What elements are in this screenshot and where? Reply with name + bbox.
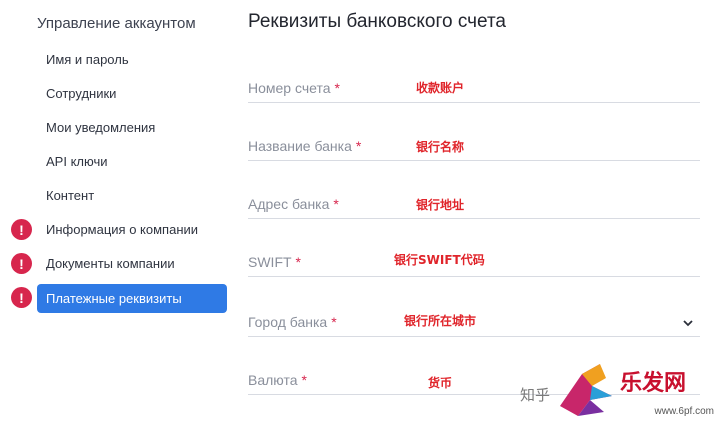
alert-icon: ! bbox=[11, 219, 32, 240]
field-label: Валюта * bbox=[248, 372, 307, 388]
svg-text:乐发网: 乐发网 bbox=[620, 370, 686, 396]
sidebar-item-label: Мои уведомления bbox=[46, 120, 156, 135]
alert-icon: ! bbox=[11, 287, 32, 308]
sidebar-item-label: Платежные реквизиты bbox=[46, 291, 182, 306]
watermark: 知乎 乐发网 www.6pf.com bbox=[520, 356, 720, 420]
sidebar-item-name-password[interactable]: Имя и пароль bbox=[37, 45, 227, 74]
svg-text:知乎: 知乎 bbox=[520, 386, 550, 404]
sidebar-item-label: Документы компании bbox=[46, 256, 175, 271]
account-sidebar: Управление аккаунтом Имя и пароль Сотруд… bbox=[0, 0, 240, 420]
account-number-field[interactable]: Номер счета * bbox=[248, 62, 700, 103]
sidebar-item-notifications[interactable]: Мои уведомления bbox=[37, 113, 227, 142]
field-label: Номер счета * bbox=[248, 80, 340, 96]
field-note: 银行名称 bbox=[416, 140, 465, 154]
sidebar-item-label: Информация о компании bbox=[46, 222, 199, 237]
sidebar-item-label: Контент bbox=[46, 188, 95, 203]
bank-name-field[interactable]: Название банка * bbox=[248, 120, 700, 161]
sidebar-item-company-info[interactable]: Информация о компании bbox=[37, 215, 227, 244]
sidebar-item-company-documents[interactable]: Документы компании bbox=[37, 249, 227, 278]
sidebar-item-label: Сотрудники bbox=[46, 86, 117, 101]
sidebar-item-content[interactable]: Контент bbox=[37, 181, 227, 210]
field-note: 银行所在城市 bbox=[404, 314, 477, 328]
sidebar-title: Управление аккаунтом bbox=[37, 15, 196, 32]
required-mark: * bbox=[333, 196, 339, 212]
alert-icon: ! bbox=[11, 253, 32, 274]
field-label: Город банка * bbox=[248, 314, 337, 330]
sidebar-item-label: API ключи bbox=[46, 154, 108, 169]
required-mark: * bbox=[301, 372, 307, 388]
page-title: Реквизиты банковского счета bbox=[248, 11, 506, 32]
required-mark: * bbox=[334, 80, 340, 96]
required-mark: * bbox=[355, 138, 362, 154]
field-label: SWIFT * bbox=[248, 254, 301, 270]
field-note: 银行SWIFT代码 bbox=[394, 253, 485, 267]
field-label: Адрес банка * bbox=[248, 196, 339, 212]
bank-address-field[interactable]: Адрес банка * bbox=[248, 178, 700, 219]
sidebar-item-employees[interactable]: Сотрудники bbox=[37, 79, 227, 108]
field-note: 收款账户 bbox=[416, 81, 465, 95]
field-note: 货币 bbox=[428, 376, 453, 390]
field-note: 银行地址 bbox=[416, 198, 465, 212]
field-label: Название банка * bbox=[248, 138, 362, 154]
required-mark: * bbox=[295, 254, 301, 270]
sidebar-item-api-keys[interactable]: API ключи bbox=[37, 147, 227, 176]
sidebar-item-payment-details[interactable]: Платежные реквизиты bbox=[37, 284, 227, 313]
required-mark: * bbox=[331, 314, 337, 330]
watermark-url: www.6pf.com bbox=[654, 406, 714, 417]
sidebar-item-label: Имя и пароль bbox=[46, 52, 129, 67]
chevron-down-icon[interactable] bbox=[682, 317, 694, 329]
